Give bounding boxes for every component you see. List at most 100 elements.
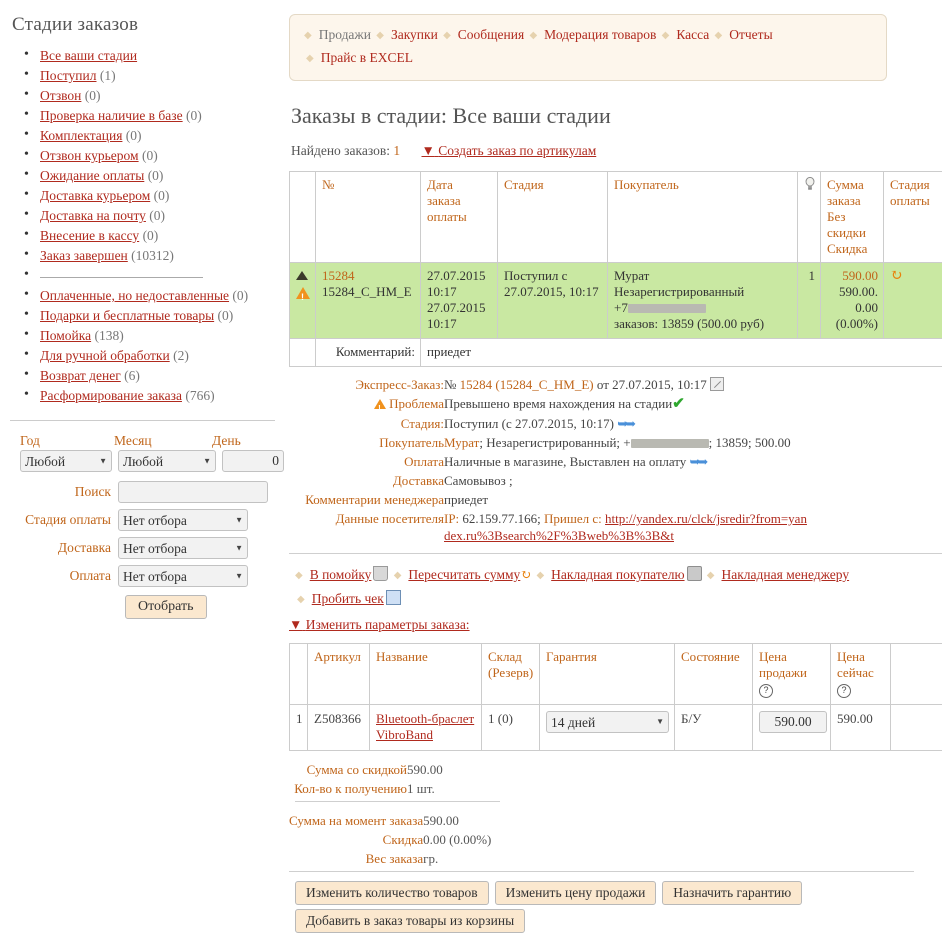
receipt-icon[interactable] [386,590,401,605]
pay-stage-select[interactable]: Нет отбора [118,509,248,531]
double-arrow-icon[interactable]: ➥➥ [690,454,706,469]
sidebar-item-zakaz-zavershen[interactable]: Заказ завершен (10312) [22,246,275,266]
sidebar-link-dostavka-kurierom[interactable]: Доставка курьером [40,188,150,203]
sidebar-link-oplachennye[interactable]: Оплаченные, но недоставленные [40,288,229,303]
action-receipt-link[interactable]: Пробить чек [312,591,384,606]
warranty-select[interactable]: 14 дней [546,711,669,733]
action-delete-link[interactable]: В помойку [310,567,372,582]
help-icon[interactable]: ? [837,684,851,698]
col-sum[interactable]: Сумма заказа Без скидки Скидка [821,172,884,263]
col-date[interactable]: Дата заказа оплаты [421,172,498,263]
sidebar-count-ruchnaya-obrabotka: (2) [173,348,189,363]
sidebar-link-proverka[interactable]: Проверка наличие в базе [40,108,183,123]
triangle-down-icon: ▼ [421,143,434,158]
sidebar-item-proverka[interactable]: Проверка наличие в базе (0) [22,106,275,126]
sidebar-item-oplachennye[interactable]: Оплаченные, но недоставленные (0) [22,286,275,306]
nav-item-prodazhi[interactable]: Продажи [319,27,371,42]
checkmark-icon[interactable]: ✔ [672,396,685,412]
recalculate-icon[interactable]: ↻ [890,268,903,284]
filter-submit-button[interactable]: Отобрать [125,595,207,619]
sidebar-item-ruchnaya-obrabotka[interactable]: Для ручной обработки (2) [22,346,275,366]
nav-item-otchety[interactable]: Отчеты [729,27,772,42]
day-label: День [206,433,272,449]
sidebar-link-vnesenie-v-kassu[interactable]: Внесение в кассу [40,228,139,243]
action-recalc-link[interactable]: Пересчитать сумму [408,567,520,582]
nav-item-moderaciya[interactable]: Модерация товаров [544,27,656,42]
sidebar-link-dostavka-pochta[interactable]: Доставка на почту [40,208,146,223]
order-number[interactable]: 15284 [322,268,415,284]
nav-item-soobshcheniya[interactable]: Сообщения [458,27,524,42]
sidebar-link-otzvon-kurierom[interactable]: Отзвон курьером [40,148,139,163]
double-arrow-icon[interactable]: ➥➥ [617,416,633,431]
sidebar-item-dostavka-kurierom[interactable]: Доставка курьером (0) [22,186,275,206]
sidebar-item-all[interactable]: Все ваши стадии [22,46,275,66]
sidebar-link-pomoyka[interactable]: Помойка [40,328,91,343]
recalculate-icon[interactable]: ↻ [520,567,531,582]
year-select[interactable]: Любой [20,450,112,472]
col-number[interactable]: № [316,172,421,263]
triangle-up-icon[interactable] [296,271,308,280]
change-price-button[interactable]: Изменить цену продажи [495,881,657,905]
main-content: ◆Продажи ◆Закупки ◆Сообщения ◆Модерация … [275,0,942,935]
payment-select[interactable]: Нет отбора [118,565,248,587]
sidebar-link-otzvon[interactable]: Отзвон [40,88,81,103]
diamond-icon: ◆ [662,30,670,41]
change-qty-button[interactable]: Изменить количество товаров [295,881,489,905]
sidebar-link-ruchnaya-obrabotka[interactable]: Для ручной обработки [40,348,170,363]
nav-item-kassa[interactable]: Касса [676,27,709,42]
sidebar-item-postupil[interactable]: Поступил (1) [22,66,275,86]
help-icon[interactable]: ? [759,684,773,698]
nav-item-price-excel[interactable]: Прайс в EXCEL [321,50,413,65]
trash-icon[interactable] [373,566,388,581]
sidebar-link-vozvrat-deneg[interactable]: Возврат денег [40,368,121,383]
sidebar-item-ozhidanie-oplaty[interactable]: Ожидание оплаты (0) [22,166,275,186]
sidebar-item-rasformirovanie[interactable]: Расформирование заказа (766) [22,386,275,406]
nav-item-zakupki[interactable]: Закупки [391,27,438,42]
sidebar-item-pomoyka[interactable]: Помойка (138) [22,326,275,346]
delivery-select[interactable]: Нет отбора [118,537,248,559]
print-icon[interactable] [687,566,702,581]
action-invoice-manager-link[interactable]: Накладная менеджеру [722,567,850,582]
sidebar-item-otzvon-kurierom[interactable]: Отзвон курьером (0) [22,146,275,166]
sidebar-link-all[interactable]: Все ваши стадии [40,48,137,63]
assign-warranty-button[interactable]: Назначить гарантию [662,881,802,905]
pay-stage-row: Стадия оплаты Нет отбора [10,509,275,531]
search-label: Поиск [10,484,118,500]
sidebar-item-podarki[interactable]: Подарки и бесплатные товары (0) [22,306,275,326]
order-sum-cell: 590.00 590.00. 0.00 (0.00%) [821,263,884,339]
sidebar-item-vozvrat-deneg[interactable]: Возврат денег (6) [22,366,275,386]
col-name: Название [370,644,482,705]
sidebar-count-ozhidanie-oplaty: (0) [148,168,164,183]
add-from-cart-button[interactable]: Добавить в заказ товары из корзины [295,909,525,933]
visitor-value-cell: IP: 62.159.77.166; Пришел с: http://yand… [444,509,809,545]
product-price-input[interactable] [759,711,827,733]
sidebar-link-zakaz-zavershen[interactable]: Заказ завершен [40,248,128,263]
col-pay-stage[interactable]: Стадия оплаты [884,172,942,263]
col-stage[interactable]: Стадия [498,172,608,263]
search-input[interactable] [118,481,268,503]
create-order-link[interactable]: ▼ Создать заказ по артикулам [421,143,596,158]
order-actions: ◆В помойку ◆Пересчитать сумму↻ ◆Накладна… [289,554,942,615]
order-sum-nodiscount: 590.00. [827,284,878,300]
sidebar-link-postupil[interactable]: Поступил [40,68,97,83]
action-invoice-buyer-link[interactable]: Накладная покупателю [551,567,684,582]
col-pay-line2: оплаты [890,193,942,209]
sidebar-link-rasformirovanie[interactable]: Расформирование заказа [40,388,182,403]
sidebar-item-vnesenie-v-kassu[interactable]: Внесение в кассу (0) [22,226,275,246]
year-label: Год [10,433,106,449]
order-row[interactable]: 15284 15284_C_HM_E 27.07.2015 10:17 27.0… [290,263,942,339]
product-name-link[interactable]: Bluetooth-браслет VibroBand [376,711,474,742]
change-order-params-link[interactable]: ▼ Изменить параметры заказа: [289,617,470,632]
col-buyer[interactable]: Покупатель [608,172,798,263]
sidebar-link-komplektacia[interactable]: Комплектация [40,128,122,143]
sidebar-item-otzvon[interactable]: Отзвон (0) [22,86,275,106]
manager-comment-label: Комментарии менеджера [289,490,444,509]
month-select[interactable]: Любой [118,450,216,472]
sidebar-link-podarki[interactable]: Подарки и бесплатные товары [40,308,214,323]
sidebar-item-dostavka-pochta[interactable]: Доставка на почту (0) [22,206,275,226]
edit-icon[interactable] [710,377,724,391]
sidebar-item-komplektacia[interactable]: Комплектация (0) [22,126,275,146]
sidebar-link-ozhidanie-oplaty[interactable]: Ожидание оплаты [40,168,144,183]
detail-buyer-name[interactable]: Мурат [444,435,479,450]
diamond-icon: ◆ [306,53,314,64]
